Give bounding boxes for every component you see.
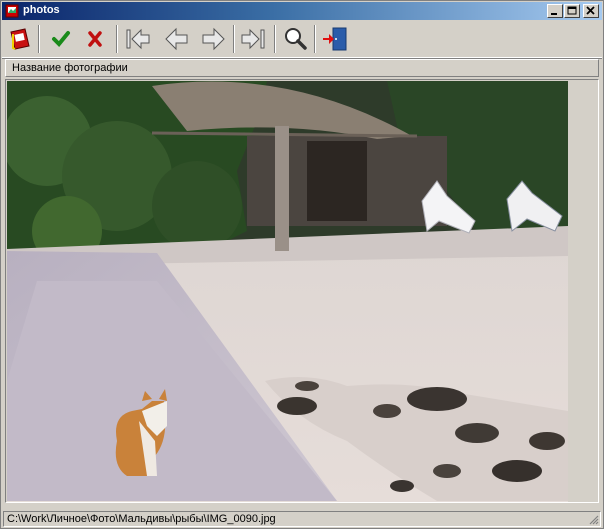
- album-button[interactable]: [5, 24, 35, 54]
- exit-door-icon: [323, 27, 347, 51]
- toolbar-separator: [38, 25, 40, 53]
- photo-caption: Название фотографии: [12, 62, 128, 74]
- minimize-button[interactable]: [547, 4, 563, 18]
- toolbar-separator: [314, 25, 316, 53]
- accept-button[interactable]: [46, 24, 76, 54]
- left-arrow-icon: [165, 27, 188, 51]
- file-path-text: C:\Work\Личное\Фото\Мальдивы\рыбы\IMG_00…: [7, 513, 276, 525]
- window-title: photos: [23, 4, 60, 16]
- close-button[interactable]: [583, 4, 599, 18]
- x-icon: [88, 31, 102, 47]
- toolbar-separator: [274, 25, 276, 53]
- app-icon: [5, 4, 19, 18]
- minimize-icon: [551, 13, 557, 15]
- photo-image: [7, 81, 568, 502]
- first-photo-button[interactable]: [123, 24, 153, 54]
- maximize-icon: [567, 6, 577, 15]
- app-window: photos Название фотографии C:\Work\Лично…: [0, 0, 604, 529]
- maximize-button[interactable]: [564, 4, 580, 18]
- last-photo-button[interactable]: [238, 24, 268, 54]
- reject-button[interactable]: [80, 24, 110, 54]
- right-arrow-icon: [202, 27, 225, 51]
- exit-button[interactable]: [320, 24, 350, 54]
- window-controls: [546, 4, 599, 18]
- photo-album-icon: [10, 28, 30, 50]
- first-arrow-icon: [126, 28, 150, 50]
- zoom-button[interactable]: [280, 24, 310, 54]
- magnifier-icon: [285, 28, 307, 50]
- title-bar[interactable]: photos: [2, 2, 602, 20]
- last-arrow-icon: [241, 28, 265, 50]
- photo-caption-bar[interactable]: Название фотографии: [5, 59, 599, 77]
- previous-photo-button[interactable]: [162, 24, 192, 54]
- photo-view[interactable]: [5, 79, 599, 503]
- close-icon: [586, 6, 595, 15]
- status-bar: C:\Work\Личное\Фото\Мальдивы\рыбы\IMG_00…: [3, 511, 601, 527]
- check-icon: [52, 31, 70, 47]
- toolbar: [2, 21, 602, 58]
- toolbar-separator: [233, 25, 235, 53]
- next-photo-button[interactable]: [198, 24, 228, 54]
- resize-grip-icon[interactable]: [587, 513, 599, 525]
- toolbar-separator: [116, 25, 118, 53]
